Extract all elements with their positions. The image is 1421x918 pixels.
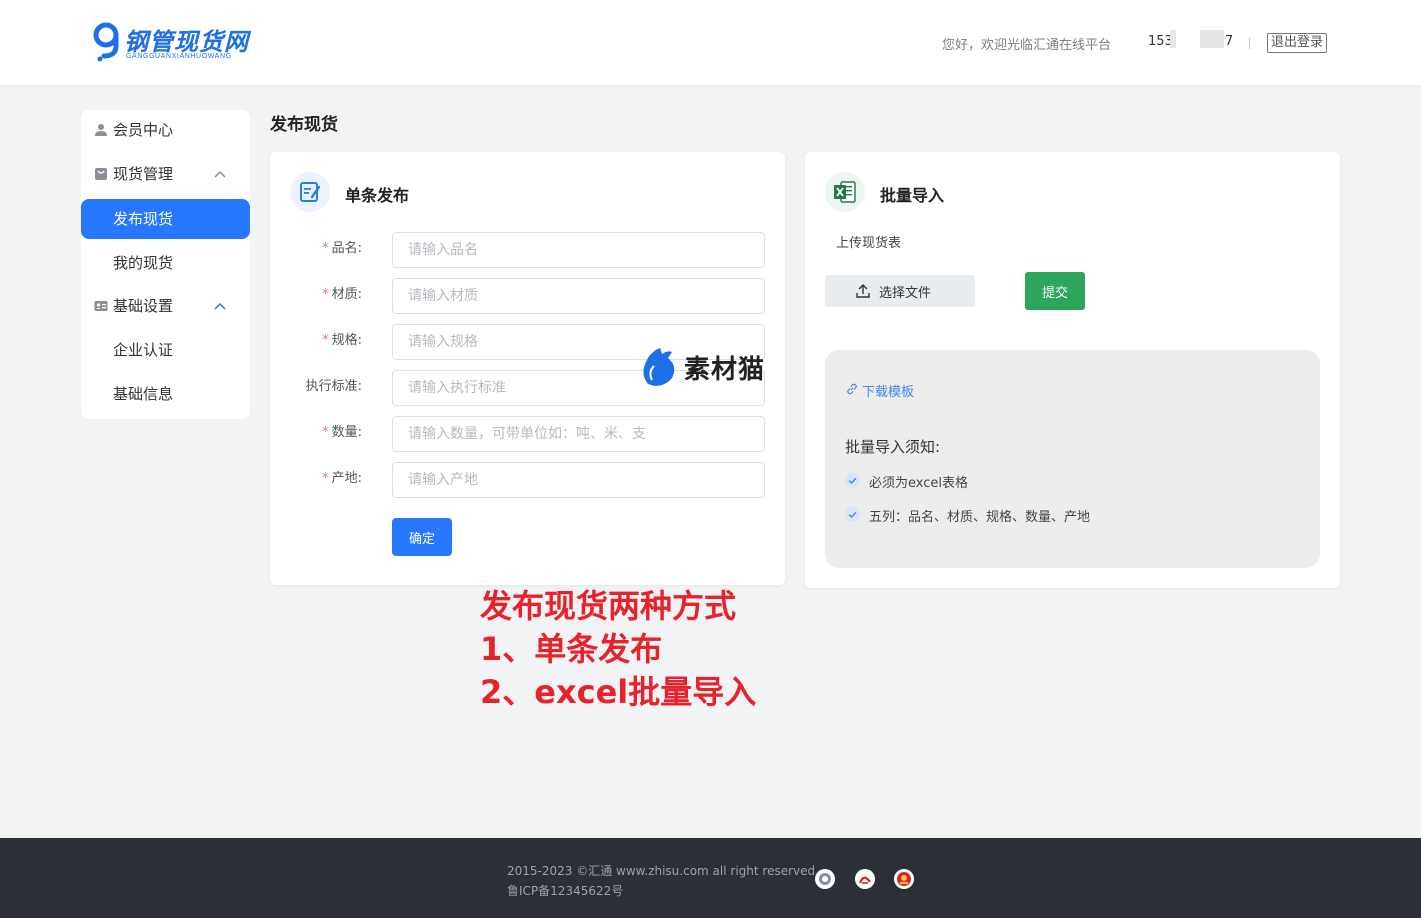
logo-subtitle: GANGGUANXIANHUOWANG: [126, 53, 232, 60]
required-mark: *: [322, 333, 329, 348]
submit-button[interactable]: 提交: [1025, 272, 1085, 310]
card-title: 单条发布: [345, 186, 410, 205]
link-icon: [847, 383, 857, 395]
annotation-line: 1、单条发布: [480, 630, 663, 668]
required-mark: *: [322, 241, 329, 256]
required-mark: *: [322, 425, 329, 440]
field-label: 执行标准:: [305, 379, 362, 394]
required-mark: *: [322, 287, 329, 302]
check-icon: [845, 507, 860, 522]
field-label: * 品名:: [322, 237, 362, 256]
sidebar-item-publish-goods[interactable]: 发布现货: [81, 199, 250, 239]
annotation-line: 发布现货两种方式: [480, 587, 737, 625]
footer-copyright: 2015-2023 ©汇通 www.zhisu.com all right re…: [507, 861, 815, 901]
quantity-input[interactable]: [392, 416, 765, 452]
field-label-text: 产地:: [331, 471, 362, 486]
page-title: 发布现货: [270, 115, 338, 135]
notice-rule: 五列：品名、材质、规格、数量、产地: [845, 506, 1090, 525]
phone-mask-1: [1170, 30, 1176, 48]
sidebar-item-basic-info[interactable]: 基础信息: [81, 374, 250, 414]
field-label: * 规格:: [322, 329, 362, 348]
top-header: 钢管现货网 GANGGUANXIANHUOWANG 您好，欢迎光临汇通在线平台 …: [0, 0, 1421, 86]
phone-mask-2: [1200, 30, 1224, 48]
sidebar-item-label: 发布现货: [113, 210, 174, 228]
form-row-quantity: * 数量:: [270, 416, 785, 452]
notice-title: 批量导入须知:: [845, 438, 941, 456]
notice-rule-text: 五列：品名、材质、规格、数量、产地: [869, 510, 1091, 525]
card-title: 批量导入: [880, 186, 945, 205]
welcome-text: 您好，欢迎光临汇通在线平台: [942, 38, 1112, 53]
field-label-text: 材质:: [331, 287, 362, 302]
id-card-icon: [94, 301, 108, 311]
form-row-material: * 材质:: [270, 278, 785, 314]
material-input[interactable]: [392, 278, 765, 314]
annotation-text: 发布现货两种方式 1、单条发布 2、excel批量导入: [480, 585, 756, 714]
sidebar-item-label: 基础信息: [113, 385, 174, 403]
emblem-badge-icon[interactable]: [894, 869, 914, 889]
sidebar-item-label: 现货管理: [113, 165, 174, 183]
copyright-text: 2015-2023 ©汇通 www.zhisu.com all right re…: [507, 864, 816, 878]
field-label: * 产地:: [322, 467, 362, 486]
required-mark: *: [322, 471, 329, 486]
sidebar-item-goods-management[interactable]: 现货管理: [81, 154, 250, 194]
sidebar: 会员中心 现货管理 发布现货 我的现货 基础设置 企业认证 基础信息: [81, 110, 250, 419]
download-template-link[interactable]: 下载模板: [846, 381, 914, 400]
sidebar-item-label: 企业认证: [113, 341, 174, 359]
chevron-up-icon: [214, 302, 226, 310]
field-label-text: 数量:: [331, 425, 362, 440]
field-label-text: 品名:: [331, 241, 362, 256]
field-label: * 数量:: [322, 421, 362, 440]
header-divider: [1249, 37, 1250, 49]
choose-file-button[interactable]: 选择文件: [825, 275, 975, 307]
edit-icon: [290, 172, 330, 212]
excel-icon: [825, 172, 865, 212]
sidebar-item-member-center[interactable]: 会员中心: [81, 110, 250, 150]
sidebar-item-basic-settings[interactable]: 基础设置: [81, 286, 250, 326]
field-label: * 材质:: [322, 283, 362, 302]
icp-text: 鲁ICP备12345622号: [507, 884, 624, 898]
form-row-origin: * 产地:: [270, 462, 785, 498]
watermark: 素材猫: [638, 344, 778, 388]
notice-rule: 必须为excel表格: [845, 472, 968, 491]
watermark-text: 素材猫: [684, 355, 766, 385]
user-icon: [95, 124, 107, 136]
police-badge-icon[interactable]: [815, 869, 835, 889]
phone-suffix: 7: [1224, 34, 1234, 49]
sidebar-item-label: 我的现货: [113, 254, 174, 272]
logout-button[interactable]: 退出登录: [1267, 33, 1327, 53]
logo-mark-icon: [93, 22, 119, 62]
site-logo[interactable]: 钢管现货网 GANGGUANXIANHUOWANG: [92, 22, 262, 64]
field-label-text: 规格:: [331, 333, 362, 348]
form-row-name: * 品名:: [270, 232, 785, 268]
batch-import-card: 批量导入 上传现货表 选择文件 提交 下载模板 批量导入须知: 必须为excel…: [805, 152, 1340, 588]
footer: 2015-2023 ©汇通 www.zhisu.com all right re…: [0, 838, 1421, 918]
import-notice-panel: 下载模板 批量导入须知: 必须为excel表格 五列：品名、材质、规格、数量、产…: [825, 350, 1320, 568]
trust-badge-icon[interactable]: [855, 869, 875, 889]
origin-input[interactable]: [392, 462, 765, 498]
sidebar-item-label: 会员中心: [113, 121, 174, 139]
sidebar-item-my-goods[interactable]: 我的现货: [81, 243, 250, 283]
upload-icon: [856, 284, 870, 298]
notice-rule-text: 必须为excel表格: [869, 476, 968, 491]
sidebar-item-enterprise-auth[interactable]: 企业认证: [81, 330, 250, 370]
name-input[interactable]: [392, 232, 765, 268]
upload-label: 上传现货表: [836, 236, 902, 251]
sidebar-item-label: 基础设置: [113, 297, 174, 315]
confirm-button[interactable]: 确定: [392, 518, 452, 556]
logo-text: 钢管现货网: [124, 28, 249, 56]
choose-file-label: 选择文件: [879, 286, 932, 301]
check-icon: [845, 473, 860, 488]
download-template-label: 下载模板: [862, 385, 915, 400]
chevron-up-icon: [214, 170, 226, 178]
bag-icon: [95, 168, 107, 180]
annotation-line: 2、excel批量导入: [480, 673, 757, 711]
cat-logo-icon: [643, 348, 675, 386]
